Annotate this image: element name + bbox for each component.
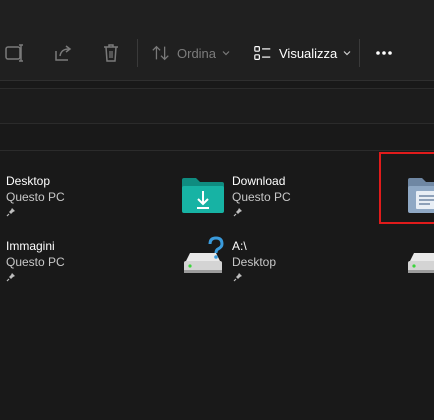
rename-button[interactable] bbox=[4, 37, 26, 69]
quick-access-item-drive[interactable] bbox=[400, 235, 434, 285]
drive-unknown-icon bbox=[184, 236, 224, 273]
more-options-button[interactable] bbox=[374, 37, 396, 69]
command-bar: Ordina Visualizza bbox=[0, 0, 434, 81]
item-name: Download bbox=[232, 174, 286, 188]
rename-icon bbox=[5, 44, 23, 62]
sort-label: Ordina bbox=[177, 45, 217, 61]
selection-highlight-box bbox=[379, 152, 434, 224]
chevron-down-icon bbox=[222, 51, 230, 56]
item-name: Immagini bbox=[6, 239, 55, 253]
pin-icon bbox=[233, 273, 242, 282]
trash-icon bbox=[104, 44, 118, 62]
view-button[interactable]: Visualizza bbox=[253, 37, 351, 69]
sort-icon bbox=[152, 45, 169, 61]
toolbar-divider bbox=[359, 39, 360, 67]
quick-access-item-desktop[interactable]: Desktop Questo PC bbox=[0, 170, 160, 220]
pin-icon bbox=[6, 208, 15, 217]
section-header bbox=[0, 124, 434, 151]
view-label: Visualizza bbox=[279, 45, 338, 61]
view-icon bbox=[254, 46, 271, 60]
chevron-down-icon bbox=[343, 51, 351, 56]
more-icon bbox=[376, 51, 392, 55]
toolbar-divider bbox=[137, 39, 138, 67]
share-button[interactable] bbox=[52, 37, 74, 69]
item-location: Questo PC bbox=[6, 255, 65, 269]
delete-button[interactable] bbox=[100, 37, 122, 69]
item-location: Questo PC bbox=[6, 190, 65, 204]
item-location: Desktop bbox=[232, 255, 277, 269]
drive-icon bbox=[408, 253, 434, 273]
sort-button[interactable]: Ordina bbox=[151, 37, 230, 69]
pin-icon bbox=[6, 273, 15, 282]
pin-icon bbox=[233, 208, 242, 217]
quick-access-item-download[interactable]: Download Questo PC bbox=[180, 170, 360, 220]
share-icon bbox=[55, 45, 72, 61]
address-bar-area bbox=[0, 88, 434, 124]
file-explorer-window: Ordina Visualizza Desktop Questo PC Down… bbox=[0, 0, 434, 420]
quick-access-item-drive-a[interactable]: A:\ Desktop bbox=[180, 235, 360, 285]
quick-access-item-pictures[interactable]: Immagini Questo PC bbox=[0, 235, 160, 285]
item-name: A:\ bbox=[232, 239, 247, 253]
download-folder-icon bbox=[182, 178, 224, 213]
item-name: Desktop bbox=[6, 174, 51, 188]
item-location: Questo PC bbox=[232, 190, 291, 204]
